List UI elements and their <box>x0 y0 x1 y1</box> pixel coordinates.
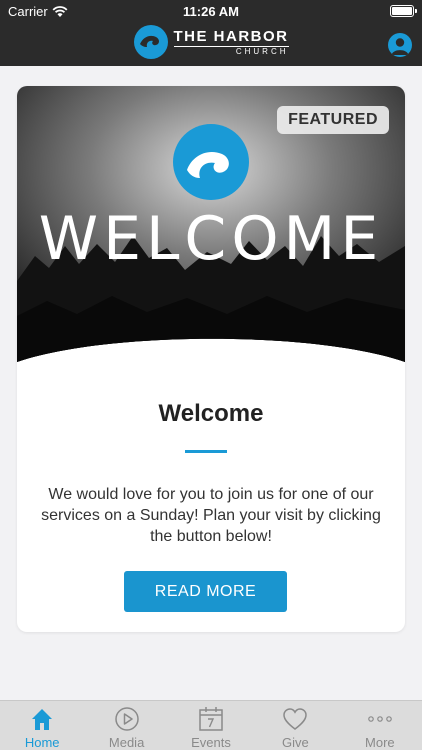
tab-label: More <box>365 735 395 750</box>
tab-more[interactable]: More <box>338 701 422 750</box>
brand-subtitle: CHURCH <box>173 45 289 56</box>
featured-badge: FEATURED <box>277 106 389 134</box>
card-description: We would love for you to join us for one… <box>41 486 381 545</box>
play-icon <box>114 707 139 731</box>
read-more-button[interactable]: READ MORE <box>124 571 287 612</box>
tab-media[interactable]: Media <box>84 701 168 750</box>
more-icon <box>368 716 392 722</box>
user-icon <box>391 38 409 55</box>
battery-icon <box>390 5 417 17</box>
tab-events[interactable]: Events <box>169 701 253 750</box>
church-logo: THE HARBOR CHURCH <box>0 24 422 60</box>
card-title: Welcome <box>158 400 264 427</box>
calendar-icon <box>199 707 223 731</box>
clock: 11:26 AM <box>183 4 239 19</box>
heart-icon <box>283 708 308 730</box>
title-divider <box>185 450 227 453</box>
nav-bar: Carrier 11:26 AM THE HARBOR CHURCH <box>0 0 422 66</box>
home-icon <box>32 709 53 730</box>
church-wordmark: THE HARBOR CHURCH <box>173 27 289 56</box>
status-bar: Carrier 11:26 AM <box>0 0 422 22</box>
tab-home[interactable]: Home <box>0 701 84 750</box>
tab-bar: Home Media Events Give More <box>0 700 422 750</box>
hero-heading: WELCOME <box>38 204 384 274</box>
featured-card[interactable]: WELCOME FEATURED Welcome We would love f… <box>17 86 405 632</box>
tab-label: Media <box>108 735 145 750</box>
wave-logo-icon <box>133 25 168 59</box>
profile-button[interactable] <box>388 33 412 57</box>
tab-label: Give <box>282 735 309 750</box>
tab-label: Home <box>24 735 60 750</box>
tab-give[interactable]: Give <box>253 701 337 750</box>
tab-label: Events <box>191 735 231 750</box>
brand-name: THE HARBOR <box>173 27 289 45</box>
